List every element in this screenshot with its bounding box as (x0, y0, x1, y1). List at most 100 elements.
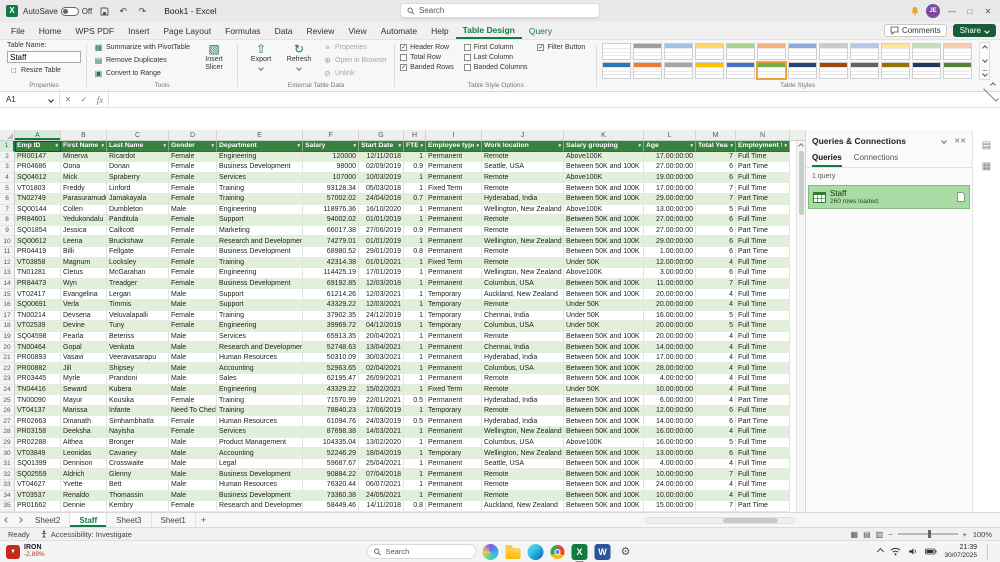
cell[interactable]: 7 (696, 183, 736, 194)
cell[interactable]: Kubera (107, 385, 169, 396)
header-cell-start-date[interactable]: Start Date (359, 141, 404, 152)
cell[interactable]: PR01662 (15, 501, 61, 512)
row-number-3[interactable]: 3 (0, 162, 15, 173)
row-number-32[interactable]: 32 (0, 469, 15, 480)
cell[interactable]: Auckland, New Zealand (482, 289, 564, 300)
cell[interactable]: Research and Development (217, 342, 303, 353)
cell[interactable]: Between 50K and 100K (564, 183, 644, 194)
table-style-thumb[interactable] (912, 43, 941, 60)
export-button[interactable]: Export (243, 42, 279, 70)
cell[interactable]: PR04419 (15, 247, 61, 258)
formula-input[interactable] (108, 92, 982, 107)
cell[interactable]: 24/04/2018 (359, 194, 404, 205)
table-style-thumb[interactable] (943, 62, 972, 79)
cell[interactable]: 7 (696, 279, 736, 290)
cell[interactable]: Permanent (426, 363, 482, 374)
cell[interactable]: 78840.23 (303, 406, 359, 417)
cell[interactable]: 42314.38 (303, 258, 359, 269)
cell[interactable]: Training (217, 395, 303, 406)
cell[interactable]: 22/01/2021 (359, 395, 404, 406)
cell[interactable]: 4 (696, 395, 736, 406)
cell[interactable]: Locksley (107, 258, 169, 269)
cell[interactable]: Female (169, 427, 217, 438)
header-cell-employment-status[interactable]: Employment Status (736, 141, 790, 152)
cell[interactable]: 61094.76 (303, 416, 359, 427)
add-sheet-button[interactable] (196, 513, 211, 527)
cell[interactable]: 16/10/2020 (359, 205, 404, 216)
menu-tab-review[interactable]: Review (300, 22, 342, 39)
cell[interactable]: Full Time (736, 236, 790, 247)
cell[interactable]: Between 50K and 100K (564, 374, 644, 385)
cell[interactable]: Permanent (426, 226, 482, 237)
volume-icon[interactable] (908, 547, 918, 556)
cell[interactable]: 04/12/2019 (359, 321, 404, 332)
cell[interactable]: Wellington, New Zealand (482, 427, 564, 438)
cell[interactable]: SQ00691 (15, 300, 61, 311)
table-style-thumb[interactable] (726, 43, 755, 60)
cell[interactable]: Business Development (217, 162, 303, 173)
cell[interactable]: Training (217, 406, 303, 417)
cell[interactable]: Mick (61, 173, 107, 184)
cell[interactable]: 73360.38 (303, 491, 359, 502)
file-explorer-icon[interactable] (506, 548, 521, 559)
cell[interactable]: 6 (696, 226, 736, 237)
cell[interactable]: 26/09/2021 (359, 374, 404, 385)
table-style-thumb[interactable] (819, 43, 848, 60)
table-style-thumb[interactable] (664, 62, 693, 79)
cell[interactable]: Bett (107, 480, 169, 491)
cell[interactable]: Between 50K and 100K (564, 501, 644, 512)
cell[interactable]: 02/09/2019 (359, 162, 404, 173)
cell[interactable]: 65913.35 (303, 332, 359, 343)
cell[interactable]: 25/04/2021 (359, 459, 404, 470)
cell[interactable]: 01/01/2019 (359, 236, 404, 247)
cell[interactable]: 6 (696, 173, 736, 184)
cell[interactable]: VT02539 (15, 321, 61, 332)
cell[interactable]: Full Time (736, 215, 790, 226)
cell[interactable]: TN01281 (15, 268, 61, 279)
row-number-13[interactable]: 13 (0, 268, 15, 279)
cell[interactable]: Hyderabad, India (482, 416, 564, 427)
cell[interactable]: Between 50K and 100K (564, 353, 644, 364)
page-layout-view-button[interactable] (863, 530, 871, 539)
cell[interactable]: 39969.72 (303, 321, 359, 332)
table-style-thumb[interactable] (881, 62, 910, 79)
cell[interactable]: Lergan (107, 289, 169, 300)
cell[interactable]: Full Time (736, 491, 790, 502)
cell[interactable]: 14/11/2018 (359, 501, 404, 512)
row-number-15[interactable]: 15 (0, 289, 15, 300)
cell[interactable]: 16.00:00:00 (644, 427, 696, 438)
cell[interactable]: Part Time (736, 162, 790, 173)
cell[interactable]: Female (169, 279, 217, 290)
cell[interactable]: 0.8 (404, 501, 426, 512)
cell[interactable]: 27.00:00:00 (644, 215, 696, 226)
cell[interactable]: 13.00:00:00 (644, 448, 696, 459)
cell[interactable]: Services (217, 173, 303, 184)
cell[interactable]: 0.9 (404, 162, 426, 173)
column-header-L[interactable]: L (644, 130, 696, 140)
cell[interactable]: Female (169, 194, 217, 205)
vertical-scrollbar[interactable] (796, 141, 805, 512)
cell[interactable]: Female (169, 395, 217, 406)
column-header-K[interactable]: K (564, 130, 644, 140)
cell[interactable]: Bronger (107, 438, 169, 449)
cell[interactable]: Columbus, USA (482, 321, 564, 332)
cell[interactable]: Engineering (217, 205, 303, 216)
cell[interactable]: 20/04/2021 (359, 332, 404, 343)
cell[interactable]: 43329.22 (303, 385, 359, 396)
cell[interactable]: 1 (404, 258, 426, 269)
cell[interactable]: Temporary (426, 311, 482, 322)
cell[interactable]: Permanent (426, 501, 482, 512)
cell[interactable]: 4 (696, 289, 736, 300)
cell[interactable]: Permanent (426, 459, 482, 470)
column-header-E[interactable]: E (217, 130, 303, 140)
cell[interactable]: Support (217, 215, 303, 226)
cell[interactable]: 66017.38 (303, 226, 359, 237)
cell[interactable]: Remote (482, 491, 564, 502)
filter-icon[interactable] (351, 143, 356, 149)
cell[interactable]: Permanent (426, 205, 482, 216)
cell[interactable]: 0.8 (404, 247, 426, 258)
cell[interactable]: 7 (696, 194, 736, 205)
cell[interactable]: 52963.65 (303, 363, 359, 374)
cell[interactable]: Full Time (736, 173, 790, 184)
sheet-nav-right[interactable] (13, 518, 26, 522)
